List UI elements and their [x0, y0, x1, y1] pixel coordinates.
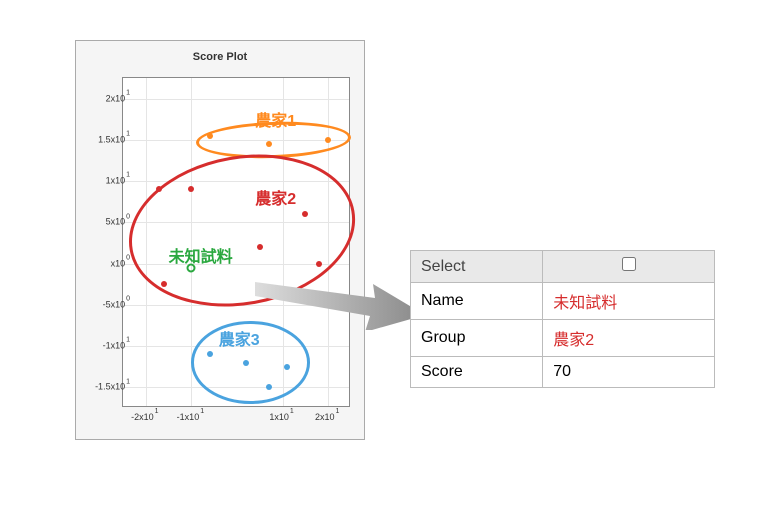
x-tick: 1x101 [269, 411, 293, 422]
cluster-label: 農家3 [219, 326, 260, 350]
name-label: Name [411, 283, 543, 320]
x-tick: -2x101 [131, 411, 158, 422]
data-point [266, 384, 272, 390]
y-tick: -1x101 [103, 340, 130, 351]
score-label: Score [411, 357, 543, 388]
y-tick: 1x101 [106, 175, 130, 186]
group-label: Group [411, 320, 543, 357]
data-point [207, 133, 213, 139]
y-tick: 5x100 [106, 216, 130, 227]
chart-title: Score Plot [76, 41, 364, 69]
cluster-label: 農家1 [255, 107, 296, 131]
score-plot-panel: Score Plot 農家1 農家2 農家3 未知試料 -1.5x101 -1x101 -… [75, 40, 365, 440]
data-point [188, 186, 194, 192]
y-tick: 2x101 [106, 92, 130, 103]
table-row: Name 未知試料 [411, 283, 715, 320]
data-point [207, 351, 213, 357]
score-value: 70 [543, 357, 715, 388]
y-tick: x100 [111, 257, 130, 268]
name-value: 未知試料 [543, 283, 715, 320]
select-checkbox[interactable] [622, 257, 636, 271]
group-value: 農家2 [543, 320, 715, 357]
data-point [257, 244, 263, 250]
info-table: Select Name 未知試料 Group 農家2 Score 70 [410, 250, 715, 388]
data-point [325, 137, 331, 143]
table-row: Score 70 [411, 357, 715, 388]
data-point [266, 141, 272, 147]
table-row: Group 農家2 [411, 320, 715, 357]
x-tick: 2x101 [315, 411, 339, 422]
cluster-label: 農家2 [255, 185, 296, 209]
y-tick: 1.5x101 [98, 133, 130, 144]
data-point [243, 360, 249, 366]
data-point [284, 364, 290, 370]
x-tick: -1x101 [177, 411, 204, 422]
select-checkbox-cell [543, 251, 715, 283]
y-tick: -1.5x101 [95, 381, 130, 392]
y-tick: -5x100 [103, 298, 130, 309]
data-point [302, 211, 308, 217]
data-point [161, 281, 167, 287]
plot-area: 農家1 農家2 農家3 未知試料 [122, 77, 350, 407]
data-point [316, 261, 322, 267]
data-point [156, 186, 162, 192]
cluster-label: 未知試料 [169, 243, 233, 267]
select-header: Select [411, 251, 543, 283]
info-header-row: Select [411, 251, 715, 283]
